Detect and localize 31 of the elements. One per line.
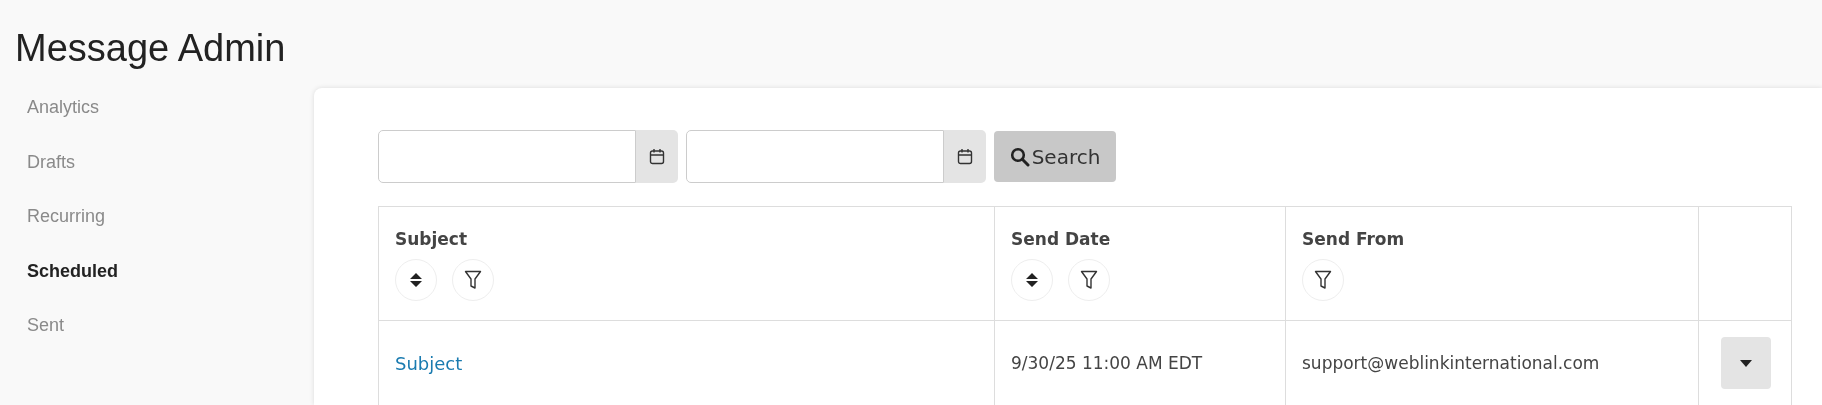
- send-date: 9/30/25 11:00 AM EDT: [1011, 353, 1203, 373]
- sidebar-item[interactable]: Scheduled: [0, 255, 119, 310]
- filter-button[interactable]: [452, 259, 494, 301]
- filter-icon: [1314, 270, 1332, 290]
- sidebar-item[interactable]: Sent: [0, 310, 65, 365]
- calendar-icon: [957, 148, 973, 165]
- calendar-icon: [649, 148, 665, 165]
- sender-email: support@weblinkinternational.com: [1302, 353, 1600, 373]
- search-button[interactable]: Search: [994, 131, 1116, 182]
- sort-button[interactable]: [1011, 259, 1053, 301]
- sort-icon: [1025, 272, 1039, 288]
- start-date-field[interactable]: [378, 130, 636, 183]
- sidebar-item[interactable]: Analytics: [0, 92, 100, 147]
- subject-link[interactable]: Subject: [395, 352, 463, 374]
- search-icon: [1009, 146, 1030, 167]
- column-header: Send Date: [1011, 229, 1112, 249]
- caret-icon: [1740, 359, 1752, 367]
- sort-button[interactable]: [395, 259, 437, 301]
- end-date-field[interactable]: [686, 130, 944, 183]
- column-header: Subject: [395, 229, 469, 249]
- sidebar-item[interactable]: Recurring: [0, 201, 106, 256]
- calendar-button[interactable]: [636, 130, 678, 183]
- sidebar-item[interactable]: Drafts: [0, 146, 75, 201]
- sort-icon: [409, 272, 423, 288]
- filter-icon: [464, 270, 482, 290]
- filter-button[interactable]: [1068, 259, 1110, 301]
- column-header: Send From: [1302, 229, 1406, 249]
- filter-button[interactable]: [1302, 259, 1344, 301]
- filter-icon: [1080, 270, 1098, 290]
- calendar-button[interactable]: [944, 130, 986, 183]
- page-title: Message Admin: [14, 26, 287, 71]
